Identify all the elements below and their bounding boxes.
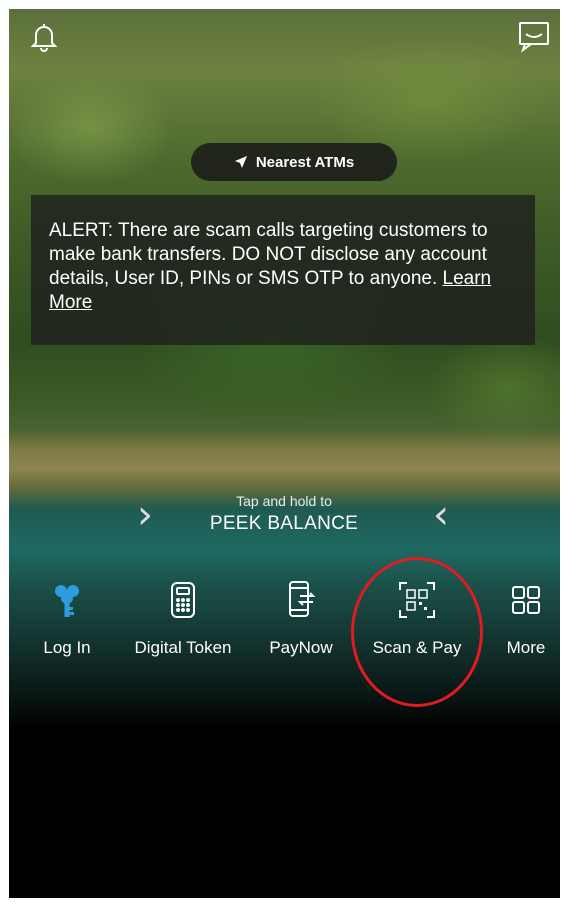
peek-balance-button[interactable]: Tap and hold to PEEK BALANCE: [189, 493, 379, 535]
chevron-left-icon: ‹: [433, 492, 449, 538]
more-button[interactable]: More: [483, 579, 560, 658]
nearest-atms-button[interactable]: Nearest ATMs: [191, 143, 397, 181]
token-device-icon: [171, 582, 195, 618]
more-label: More: [506, 638, 546, 657]
login-button[interactable]: Log In: [17, 579, 117, 658]
phone-screen: Nearest ATMs ALERT: There are scam calls…: [9, 9, 560, 898]
login-label: Log In: [43, 638, 91, 657]
digital-token-label: Digital Token: [134, 638, 232, 657]
grid-icon: [512, 586, 540, 614]
paynow-label: PayNow: [269, 638, 333, 657]
digital-token-button[interactable]: Digital Token: [133, 579, 233, 658]
phone-transfer-icon: [289, 581, 316, 617]
key-icon: [55, 585, 79, 617]
highlight-circle: [351, 557, 483, 707]
paynow-button[interactable]: PayNow: [251, 579, 351, 658]
chevron-right-icon: ›: [137, 492, 153, 538]
location-arrow-icon: [234, 156, 247, 168]
alert-text: ALERT: There are scam calls targeting cu…: [49, 220, 488, 289]
bell-icon[interactable]: [27, 19, 61, 53]
peek-hint: Tap and hold to: [236, 493, 332, 509]
peek-balance-label: PEEK BALANCE: [209, 513, 359, 534]
nearest-atms-label: Nearest ATMs: [255, 153, 355, 171]
scam-alert-banner: ALERT: There are scam calls targeting cu…: [31, 195, 535, 345]
chat-icon[interactable]: [517, 19, 551, 53]
